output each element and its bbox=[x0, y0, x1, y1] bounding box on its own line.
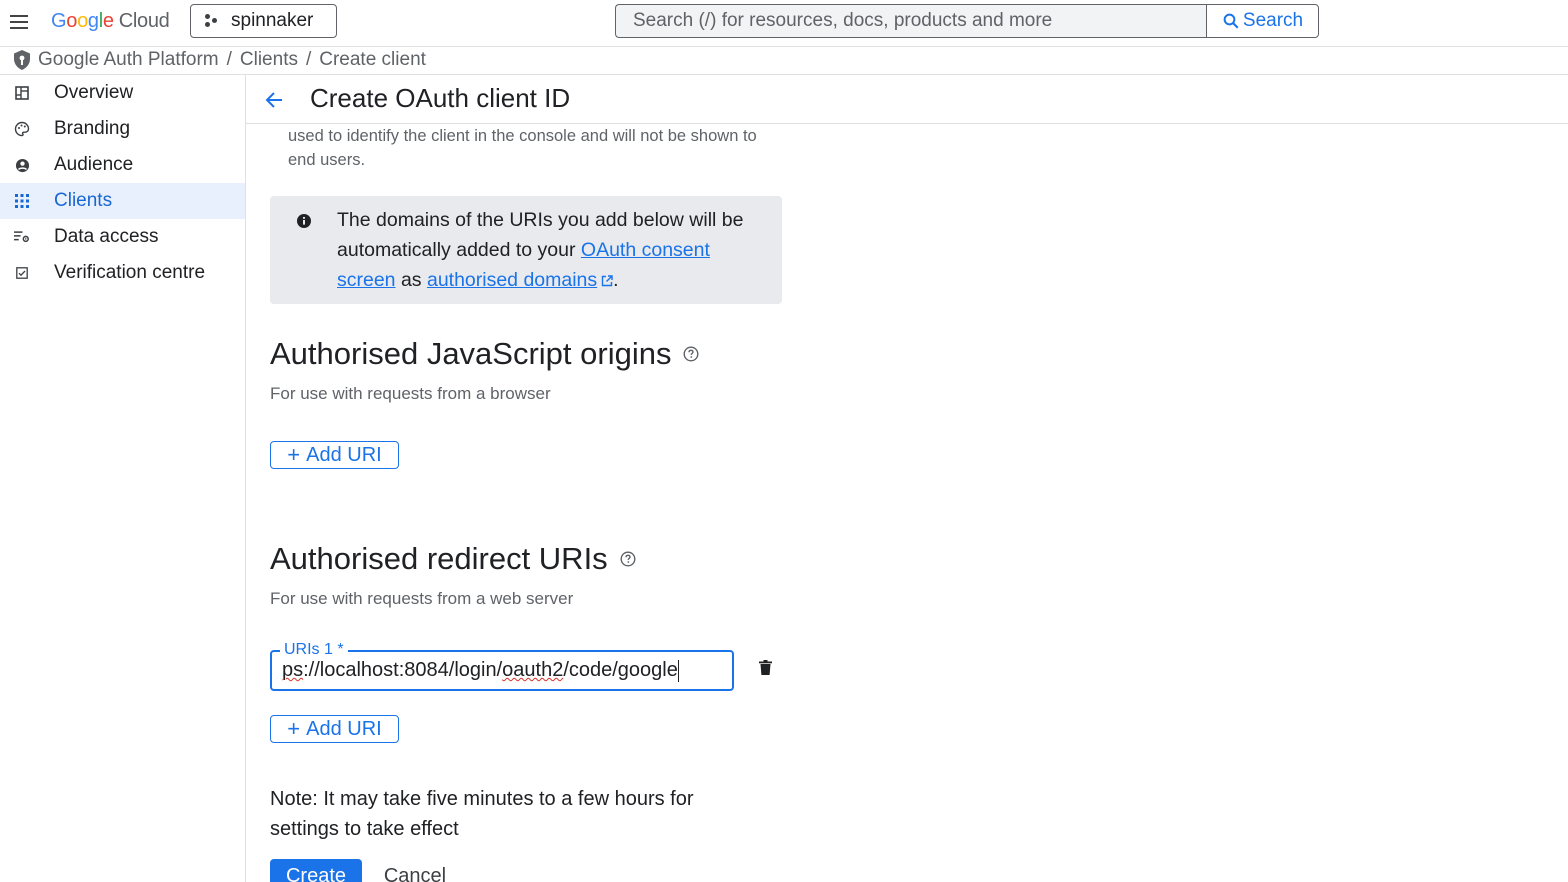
project-hub-icon bbox=[205, 14, 219, 28]
sidebar-nav: Overview Branding Audience Clients Data … bbox=[0, 75, 246, 882]
authorised-domains-link[interactable]: authorised domains bbox=[427, 269, 597, 291]
create-button[interactable]: Create bbox=[270, 859, 362, 882]
sidebar-item-clients[interactable]: Clients bbox=[0, 183, 245, 219]
sidebar-item-label: Overview bbox=[54, 82, 134, 103]
sidebar-item-overview[interactable]: Overview bbox=[0, 75, 245, 111]
client-name-helper-text: used to identify the client in the conso… bbox=[288, 127, 757, 169]
data-settings-icon bbox=[14, 229, 30, 245]
breadcrumb-clients[interactable]: Clients bbox=[240, 49, 298, 71]
sidebar-item-label: Audience bbox=[54, 154, 134, 175]
plus-icon: + bbox=[287, 716, 301, 741]
sidebar-item-branding[interactable]: Branding bbox=[0, 111, 245, 147]
uri-value-part: ://localhost:8084/login/ bbox=[303, 659, 503, 681]
uri-value-part: /code/google bbox=[563, 659, 678, 681]
add-redirect-uri-button[interactable]: + Add URI bbox=[270, 715, 399, 743]
propagation-note: Note: It may take five minutes to a few … bbox=[270, 788, 694, 840]
info-callout-text: The domains of the URIs you add below wi… bbox=[337, 205, 757, 295]
top-bar: Google Cloud spinnaker Search bbox=[0, 0, 1568, 47]
redirect-uris-title: Authorised redirect URIs bbox=[270, 541, 608, 576]
search-box[interactable] bbox=[615, 4, 1207, 38]
add-uri-label: Add URI bbox=[306, 717, 382, 740]
breadcrumb-google-auth-platform[interactable]: Google Auth Platform bbox=[38, 49, 219, 71]
page-title: Create OAuth client ID bbox=[310, 83, 571, 113]
uri-field-label: URIs 1 * bbox=[280, 641, 348, 659]
info-text-part: . bbox=[613, 269, 619, 291]
external-link-icon bbox=[601, 275, 613, 287]
main-content: used to identify the client in the conso… bbox=[246, 124, 1568, 882]
dashboard-icon bbox=[14, 85, 30, 101]
redirect-uris-heading: Authorised redirect URIs bbox=[270, 541, 636, 577]
uri-value-part: ps bbox=[282, 659, 304, 681]
redirect-uris-subtitle: For use with requests from a web server bbox=[270, 589, 574, 608]
sidebar-item-label: Branding bbox=[54, 118, 131, 139]
palette-icon bbox=[14, 121, 30, 137]
uri-value-part: oauth2 bbox=[502, 659, 564, 681]
back-arrow-icon[interactable] bbox=[264, 90, 284, 110]
help-icon[interactable] bbox=[683, 346, 699, 362]
search-button[interactable]: Search bbox=[1206, 4, 1319, 38]
redirect-uri-input[interactable]: ps://localhost:8084/login/oauth2/code/go… bbox=[282, 659, 723, 682]
js-origins-subtitle: For use with requests from a browser bbox=[270, 384, 551, 403]
breadcrumb-create-client: Create client bbox=[319, 49, 426, 70]
plus-icon: + bbox=[287, 442, 301, 467]
add-uri-label: Add URI bbox=[306, 443, 382, 466]
text-caret bbox=[677, 659, 679, 682]
breadcrumb: Google Auth Platform / Clients / Create … bbox=[0, 46, 1568, 75]
search-button-label: Search bbox=[1242, 10, 1304, 31]
sidebar-item-label: Clients bbox=[54, 190, 113, 211]
sidebar-item-label: Data access bbox=[54, 226, 159, 247]
shield-icon bbox=[14, 50, 30, 70]
sidebar-item-audience[interactable]: Audience bbox=[0, 147, 245, 183]
redirect-uri-field[interactable]: URIs 1 * ps://localhost:8084/login/oauth… bbox=[270, 641, 734, 691]
info-icon bbox=[297, 214, 311, 228]
info-callout: The domains of the URIs you add below wi… bbox=[270, 196, 782, 304]
apps-grid-icon bbox=[14, 193, 30, 209]
delete-icon[interactable] bbox=[759, 660, 772, 675]
help-icon[interactable] bbox=[620, 551, 636, 567]
page-header: Create OAuth client ID bbox=[246, 75, 1568, 124]
project-name: spinnaker bbox=[231, 10, 314, 31]
add-js-origin-uri-button[interactable]: + Add URI bbox=[270, 441, 399, 469]
js-origins-heading: Authorised JavaScript origins bbox=[270, 336, 699, 372]
info-text-part: as bbox=[395, 269, 427, 291]
person-icon bbox=[14, 157, 30, 173]
breadcrumb-separator: / bbox=[226, 49, 232, 70]
check-box-icon bbox=[14, 265, 30, 281]
js-origins-title: Authorised JavaScript origins bbox=[270, 336, 672, 371]
google-cloud-logo[interactable]: Google Cloud bbox=[51, 10, 170, 33]
project-picker-button[interactable]: spinnaker bbox=[190, 4, 337, 38]
hamburger-menu-icon[interactable] bbox=[8, 11, 30, 33]
cancel-button[interactable]: Cancel bbox=[372, 859, 458, 882]
sidebar-item-label: Verification centre bbox=[54, 262, 206, 283]
search-input[interactable] bbox=[616, 5, 1193, 37]
search-icon bbox=[1223, 13, 1239, 29]
sidebar-item-data-access[interactable]: Data access bbox=[0, 219, 245, 255]
breadcrumb-separator: / bbox=[305, 49, 312, 70]
sidebar-item-verification-centre[interactable]: Verification centre bbox=[0, 255, 245, 291]
